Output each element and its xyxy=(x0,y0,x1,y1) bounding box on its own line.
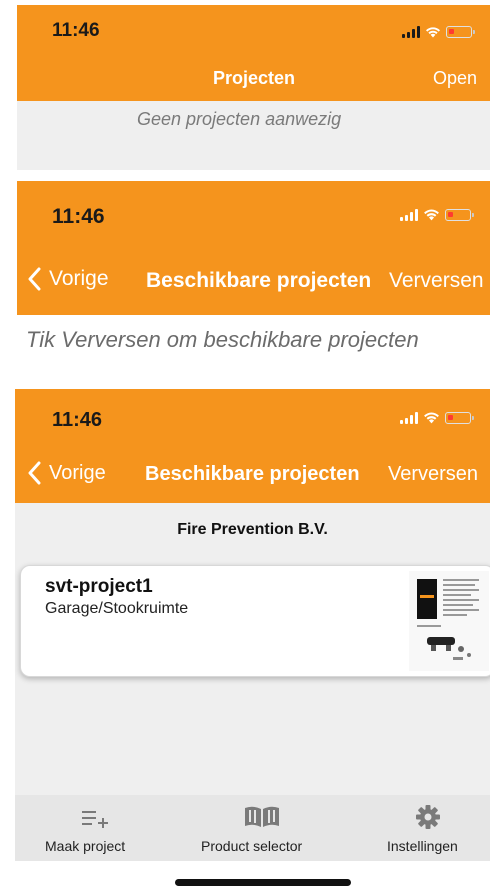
tab-label: Instellingen xyxy=(387,838,458,854)
tab-bar: Maak project Product selector Instelling… xyxy=(15,795,490,861)
navigation-header: 11:46 Vorige Beschikbare projecten Verve… xyxy=(17,181,490,315)
navigation-header: 11:46 Projecten Open xyxy=(17,5,490,101)
status-icons xyxy=(400,208,474,221)
status-icons xyxy=(400,411,474,424)
gear-icon xyxy=(416,805,440,829)
page-title: Beschikbare projecten xyxy=(145,463,360,485)
add-list-icon xyxy=(82,811,108,828)
empty-state-message: Geen projecten aanwezig xyxy=(137,109,342,129)
tab-label: Maak project xyxy=(45,838,126,854)
page-title: Projecten xyxy=(213,68,296,88)
open-button[interactable]: Open xyxy=(433,68,477,89)
status-time: 11:46 xyxy=(52,205,105,228)
tab-product-selector[interactable]: Product selector xyxy=(198,803,328,857)
refresh-button[interactable]: Verversen xyxy=(389,269,484,293)
project-name: svt-project1 xyxy=(45,576,153,597)
chevron-left-icon xyxy=(28,461,41,485)
wifi-icon xyxy=(424,412,439,424)
battery-icon xyxy=(445,208,474,221)
cellular-signal-icon xyxy=(402,26,420,38)
back-button[interactable]: Vorige xyxy=(27,267,109,291)
cellular-signal-icon xyxy=(400,208,418,221)
status-time: 11:46 xyxy=(52,409,103,431)
content-area: Tik Verversen om beschikbare projecten xyxy=(17,315,490,371)
status-time: 11:46 xyxy=(52,20,100,41)
battery-icon xyxy=(446,26,475,38)
product-manual-thumbnail xyxy=(409,571,489,671)
project-subtitle: Garage/Stookruimte xyxy=(45,600,189,617)
hint-message: Tik Verversen om beschikbare projecten xyxy=(26,327,419,352)
back-label: Vorige xyxy=(49,461,106,484)
status-icons xyxy=(402,26,475,38)
wifi-icon xyxy=(424,209,439,221)
page-title: Beschikbare projecten xyxy=(146,269,372,292)
chevron-left-icon xyxy=(28,267,41,291)
back-label: Vorige xyxy=(49,267,109,290)
tab-maak-project[interactable]: Maak project xyxy=(45,803,145,857)
section-header: Fire Prevention B.V. xyxy=(177,521,328,538)
refresh-button[interactable]: Verversen xyxy=(388,463,478,486)
project-card[interactable]: svt-project1 Garage/Stookruimte xyxy=(20,565,490,677)
tab-label: Product selector xyxy=(201,838,303,854)
book-icon xyxy=(245,806,279,827)
tab-instellingen[interactable]: Instellingen xyxy=(385,803,485,857)
navigation-header: 11:46 Vorige Beschikbare projecten Verve… xyxy=(15,389,490,503)
battery-icon xyxy=(445,411,474,424)
back-button[interactable]: Vorige xyxy=(27,461,106,485)
screen-projecten: 11:46 Projecten Open Geen projecten aanw… xyxy=(17,5,490,170)
wifi-icon xyxy=(426,27,440,38)
cellular-signal-icon xyxy=(400,411,418,424)
home-indicator[interactable] xyxy=(175,879,351,886)
